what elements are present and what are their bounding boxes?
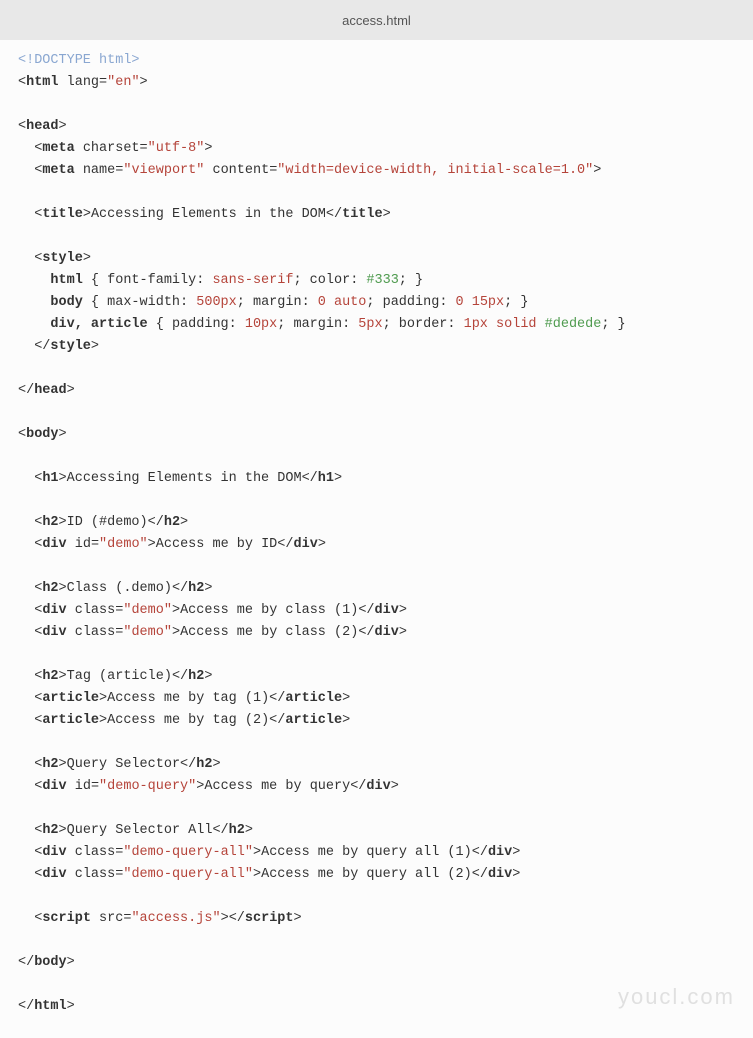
tab-bar: access.html [0,0,753,40]
code-area: <!DOCTYPE html> <html lang="en"> <head> … [0,40,753,1038]
tab-title: access.html [342,13,411,28]
